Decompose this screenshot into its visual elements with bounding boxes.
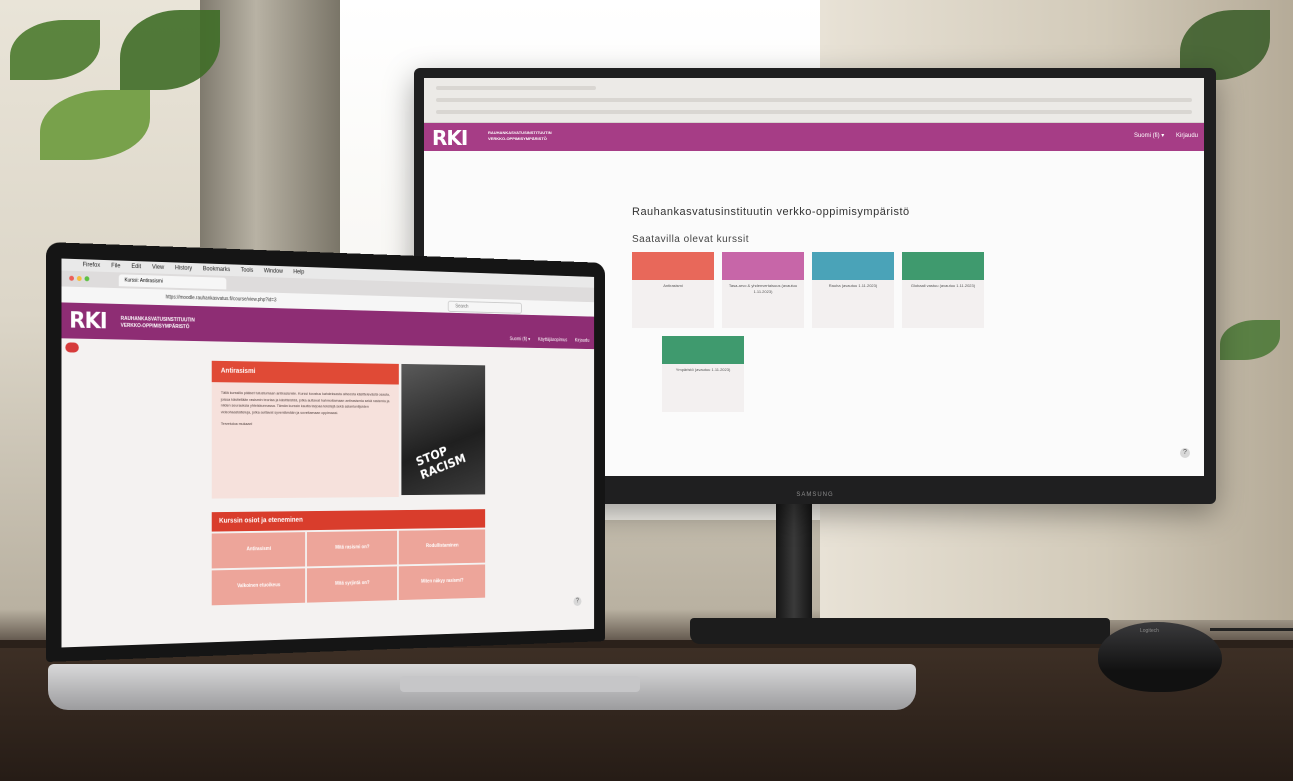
section-tile[interactable]: Mitä rasismi on? <box>307 531 397 567</box>
menu-item[interactable]: File <box>111 263 120 269</box>
menu-item[interactable]: Tools <box>241 268 254 274</box>
menu-item[interactable]: History <box>175 265 192 271</box>
course-card[interactable]: Rauha (avautuu 1.11.2023) <box>812 252 894 328</box>
course-summary: Antirasismi Tällä kurssilla pääset tutus… <box>212 361 399 499</box>
menu-item[interactable]: Help <box>293 269 304 275</box>
monitor-stand-neck <box>776 504 812 622</box>
browser-tab[interactable]: Kurssi: Antirasismi <box>119 274 227 289</box>
mouse-cable <box>1210 628 1293 631</box>
minimize-window-icon[interactable] <box>77 276 82 281</box>
language-select[interactable]: Suomi (fi) ▾ <box>1134 133 1164 139</box>
course-card-image <box>662 336 744 364</box>
monitor-stand-base <box>690 618 1110 644</box>
section-tile[interactable]: Mitä syrjintä on? <box>307 566 397 602</box>
maximize-window-icon[interactable] <box>85 276 90 281</box>
section-tile[interactable]: Antirasismi <box>212 532 305 568</box>
course-card-image <box>812 252 894 280</box>
course-card-label: Tasa-arvo & yhdenvertaisuus (avautuu 1.1… <box>722 280 804 298</box>
laptop-header-nav: Suomi (fi) ▾ Käyttäjäsopimus Kirjaudu <box>503 336 589 343</box>
course-card-image <box>902 252 984 280</box>
monitor-header-nav: Suomi (fi) ▾ Kirjaudu <box>1124 132 1198 139</box>
monitor-site-header: RKI RAUHANKASVATUSINSTITUUTIN VERKKO-OPP… <box>424 123 1204 151</box>
monitor-browser-bar <box>424 78 1204 123</box>
url-field[interactable]: https://moodle.rauhankasvatus.fi/course/… <box>166 294 277 303</box>
help-button[interactable]: ? <box>1180 448 1190 458</box>
course-card-label: Globaali vastuu (avautuu 1.11.2023) <box>902 280 984 292</box>
course-card-label: Ympäristö (avautuu 1.11.2023) <box>662 364 744 376</box>
course-card-image <box>632 252 714 280</box>
course-card-label: Antirasismi <box>632 280 714 292</box>
course-card-label: Rauha (avautuu 1.11.2023) <box>812 280 894 292</box>
section-tile[interactable]: Rodullistaminen <box>399 529 485 564</box>
language-select[interactable]: Suomi (fi) ▾ <box>510 336 531 342</box>
photo-scene: RKI RAUHANKASVATUSINSTITUUTIN VERKKO-OPP… <box>0 0 1293 781</box>
menu-item[interactable]: Bookmarks <box>203 266 230 273</box>
rki-logo[interactable]: RKI <box>69 309 106 335</box>
trackpad <box>400 676 640 692</box>
mouse-brand: Logitech <box>1140 628 1159 634</box>
sidebar-toggle-button[interactable] <box>65 342 78 352</box>
plant-leaf <box>40 90 150 160</box>
image-text: STOP RACISM <box>414 431 487 483</box>
help-button[interactable]: ? <box>573 597 581 606</box>
menu-item[interactable]: Edit <box>131 264 141 270</box>
search-input[interactable]: Search <box>448 301 522 314</box>
menu-item[interactable]: Window <box>264 268 283 274</box>
close-window-icon[interactable] <box>69 276 74 281</box>
menu-item[interactable]: Firefox <box>83 262 101 269</box>
stop-racism-image: STOP RACISM <box>401 364 485 495</box>
course-card-image <box>722 252 804 280</box>
menu-item[interactable]: View <box>152 265 164 271</box>
course-card[interactable]: Ympäristö (avautuu 1.11.2023) <box>662 336 744 412</box>
course-card[interactable]: Globaali vastuu (avautuu 1.11.2023) <box>902 252 984 328</box>
user-agreement-link[interactable]: Käyttäjäsopimus <box>538 337 567 343</box>
login-link[interactable]: Kirjaudu <box>1176 133 1198 139</box>
rki-logo[interactable]: RKI <box>432 126 467 150</box>
page-title: Rauhankasvatusinstituutin verkko-oppimis… <box>632 206 910 218</box>
course-card[interactable]: Antirasismi <box>632 252 714 328</box>
section-tile[interactable]: Valkoinen etuoikeus <box>212 568 305 605</box>
plant-leaf <box>10 20 100 80</box>
course-card[interactable]: Tasa-arvo & yhdenvertaisuus (avautuu 1.1… <box>722 252 804 328</box>
laptop: Firefox File Edit View History Bookmarks… <box>46 242 605 662</box>
sections-title: Kurssin osiot ja eteneminen <box>212 509 485 531</box>
course-description: Tällä kurssilla pääset tutustumaan antir… <box>212 382 399 435</box>
login-link[interactable]: Kirjaudu <box>575 338 590 344</box>
site-name: RAUHANKASVATUSINSTITUUTIN VERKKO-OPPIMIS… <box>488 130 552 142</box>
course-title: Antirasismi <box>212 361 399 385</box>
section-tile[interactable]: Miten näkyy rasismi? <box>399 564 485 600</box>
section-title: Saatavilla olevat kurssit <box>632 234 749 245</box>
computer-mouse <box>1098 622 1222 692</box>
laptop-screen: Firefox File Edit View History Bookmarks… <box>61 259 594 648</box>
site-name: RAUHANKASVATUSINSTITUUTIN VERKKO-OPPIMIS… <box>121 316 195 331</box>
